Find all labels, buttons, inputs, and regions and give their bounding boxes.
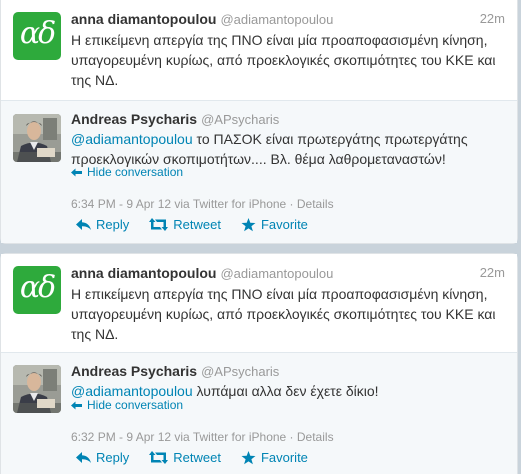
tweet-text: Η επικείμενη απεργία της ΠΝΟ είναι μία π…: [71, 32, 496, 88]
avatar[interactable]: αδ: [13, 266, 61, 314]
reply-icon: [76, 218, 91, 230]
tweet-time[interactable]: 22m: [480, 265, 505, 280]
tweet-actions: Reply Retweet Favorite: [76, 217, 328, 232]
parent-tweet[interactable]: αδ anna diamantopoulou @adiamantopoulou 2…: [1, 0, 517, 100]
conversation-group-1: αδ anna diamantopoulou @adiamantopoulou 2…: [0, 0, 518, 244]
mention-link[interactable]: @adiamantopoulou: [71, 383, 193, 399]
tweet-time[interactable]: 22m: [480, 11, 505, 26]
reply-label: Reply: [96, 217, 130, 232]
parent-tweet[interactable]: αδ anna diamantopoulou @adiamantopoulou 2…: [1, 254, 517, 352]
retweet-button[interactable]: Retweet: [149, 450, 221, 465]
author-handle[interactable]: @APsycharis: [201, 364, 279, 379]
conversation-group-2: αδ anna diamantopoulou @adiamantopoulou 2…: [0, 253, 518, 474]
avatar-photo-icon: [13, 365, 61, 413]
retweet-icon: [149, 218, 169, 231]
favorite-label: Favorite: [260, 217, 308, 232]
retweet-button[interactable]: Retweet: [149, 217, 221, 232]
avatar-photo-icon: [13, 114, 61, 162]
tweet-header: Andreas Psycharis @APsycharis: [71, 111, 505, 129]
tweet-meta[interactable]: 6:32 PM - 9 Apr 12 via Twitter for iPhon…: [71, 430, 334, 444]
reply-label: Reply: [96, 450, 130, 465]
hide-conversation-link[interactable]: Hide conversation: [71, 398, 183, 412]
avatar[interactable]: [13, 114, 61, 162]
author-name[interactable]: Andreas Psycharis: [71, 363, 197, 379]
retweet-label: Retweet: [173, 217, 221, 232]
hide-conversation-link[interactable]: Hide conversation: [71, 165, 183, 179]
retweet-icon: [149, 451, 169, 464]
avatar[interactable]: αδ: [13, 12, 61, 60]
reply-tweet[interactable]: Andreas Psycharis @APsycharis @adiamantop…: [1, 100, 517, 243]
star-icon: [241, 217, 256, 231]
author-name[interactable]: anna diamantopoulou: [71, 265, 216, 281]
author-handle[interactable]: @adiamantopoulou: [220, 12, 333, 27]
mention-link[interactable]: @adiamantopoulou: [71, 131, 193, 147]
author-name[interactable]: anna diamantopoulou: [71, 11, 216, 27]
tweet-meta[interactable]: 6:34 PM - 9 Apr 12 via Twitter for iPhon…: [71, 197, 334, 211]
arrow-left-icon: [71, 168, 82, 176]
reply-button[interactable]: Reply: [76, 217, 129, 232]
hide-conversation-label: Hide conversation: [87, 165, 184, 179]
tweet-header: Andreas Psycharis @APsycharis: [71, 363, 505, 381]
favorite-button[interactable]: Favorite: [241, 450, 308, 465]
retweet-label: Retweet: [173, 450, 221, 465]
author-handle[interactable]: @APsycharis: [201, 112, 279, 127]
tweet-actions: Reply Retweet Favorite: [76, 450, 328, 465]
favorite-label: Favorite: [260, 450, 308, 465]
reply-icon: [76, 451, 91, 463]
avatar[interactable]: [13, 365, 61, 413]
tweet-text: @adiamantopoulou το ΠΑΣΟΚ είναι πρωτεργά…: [71, 129, 503, 169]
tweet-text: Η επικείμενη απεργία της ΠΝΟ είναι μία π…: [71, 286, 496, 342]
avatar-logo-text: αδ: [19, 16, 56, 51]
reply-button[interactable]: Reply: [76, 450, 129, 465]
tweet-body: λυπάμαι αλλα δεν έχετε δίκιο!: [192, 383, 379, 399]
favorite-button[interactable]: Favorite: [241, 217, 308, 232]
hide-conversation-label: Hide conversation: [87, 398, 184, 412]
reply-tweet[interactable]: Andreas Psycharis @APsycharis @adiamantop…: [1, 352, 517, 474]
avatar-logo-text: αδ: [19, 270, 56, 305]
author-name[interactable]: Andreas Psycharis: [71, 111, 197, 127]
author-handle[interactable]: @adiamantopoulou: [220, 266, 333, 281]
star-icon: [241, 450, 256, 464]
arrow-left-icon: [71, 401, 82, 409]
tweet-header: anna diamantopoulou @adiamantopoulou 22m: [71, 265, 505, 283]
tweet-header: anna diamantopoulou @adiamantopoulou 22m: [71, 11, 505, 29]
